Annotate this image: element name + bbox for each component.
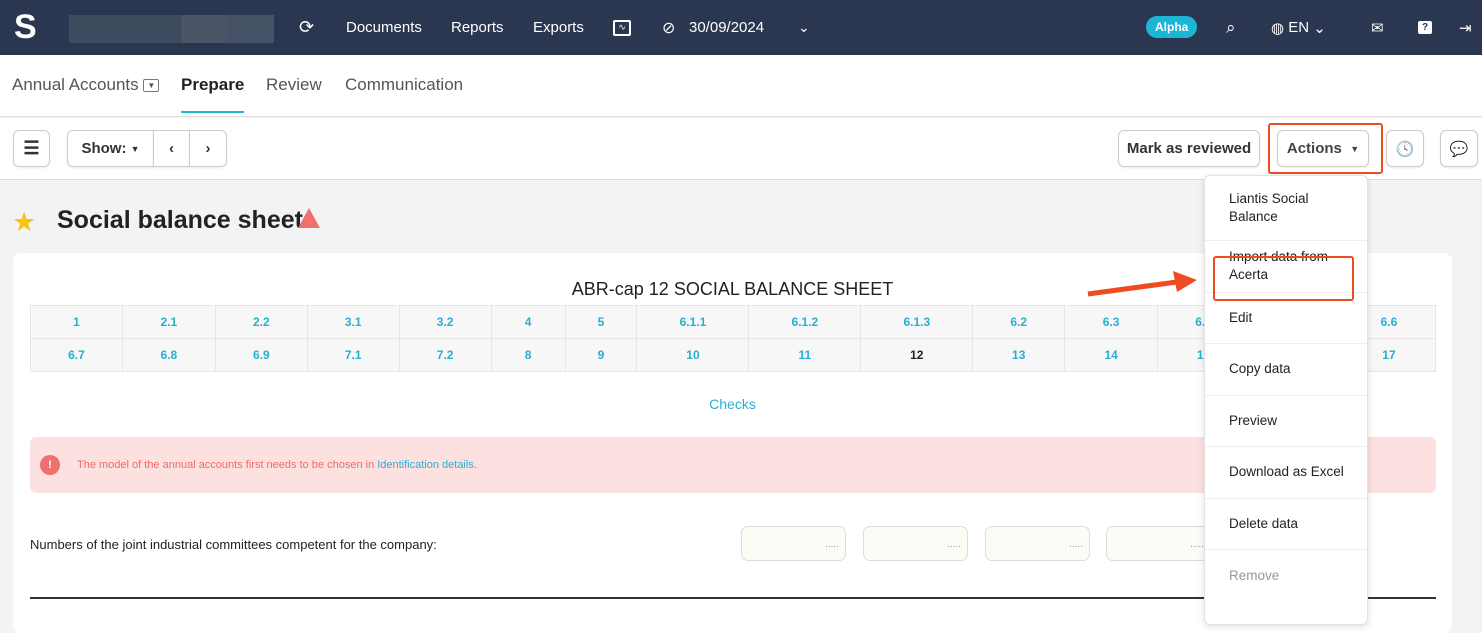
nav-documents[interactable]: Documents [346, 0, 422, 55]
section-link[interactable]: 13 [972, 338, 1066, 372]
highlight-import-item [1213, 256, 1354, 301]
section-link[interactable]: 6.1.3 [860, 305, 974, 339]
chevron-down-icon: ⌄ [1309, 19, 1326, 37]
section-link[interactable]: 3.2 [398, 305, 492, 339]
top-nav: S ⟳ Documents Reports Exports ∿ ⊘ 30/09/… [0, 0, 1482, 55]
comments-button[interactable]: 💬 [1440, 130, 1478, 167]
menu-item-delete-data[interactable]: Delete data [1205, 499, 1367, 550]
show-dropdown[interactable]: Show: ▼ [67, 130, 154, 167]
globe-icon: ◍ [1271, 19, 1289, 37]
history-icon: 🕓 [1395, 140, 1415, 158]
section-link[interactable]: 6.1.1 [636, 305, 750, 339]
section-link[interactable]: 6.3 [1064, 305, 1159, 339]
section-link[interactable]: 10 [636, 338, 750, 372]
annotation-arrow-icon [1087, 271, 1197, 297]
show-label: Show: [81, 140, 127, 157]
comments-icon: 💬 [1449, 140, 1469, 158]
committee-input-1[interactable]: ..... [741, 526, 846, 561]
section-link[interactable]: 2.2 [214, 305, 308, 339]
section-link[interactable]: 7.2 [398, 338, 492, 372]
tab-prepare[interactable]: Prepare [181, 75, 245, 113]
company-selector-redacted[interactable] [69, 15, 274, 43]
alert-text: The model of the annual accounts first n… [77, 459, 375, 471]
previous-button[interactable]: ‹ [153, 130, 190, 167]
refresh-icon[interactable]: ⟳ [299, 0, 314, 55]
section-link[interactable]: 6.2 [972, 305, 1066, 339]
section-link[interactable]: 6.1.2 [748, 305, 862, 339]
language-label: EN [1288, 19, 1310, 36]
tab-annual-accounts[interactable]: Annual Accounts ▼ [12, 75, 160, 95]
monitor-icon[interactable]: ∿ [613, 0, 631, 55]
period-date[interactable]: 30/09/2024 [689, 0, 764, 55]
section-link[interactable]: 2.1 [121, 305, 216, 339]
menu-item-remove[interactable]: Remove [1205, 550, 1367, 602]
caret-down-icon: ▼ [130, 143, 140, 154]
mark-as-reviewed-button[interactable]: Mark as reviewed [1118, 130, 1260, 167]
committee-input-4[interactable]: ..... [1106, 526, 1211, 561]
chevron-down-icon[interactable]: ⌄ [798, 0, 810, 55]
chevron-right-icon: › [205, 140, 211, 157]
actions-dropdown-menu: Liantis Social Balance Import data from A… [1204, 175, 1368, 625]
menu-item-preview[interactable]: Preview [1205, 396, 1367, 447]
next-button[interactable]: › [189, 130, 227, 167]
section-link[interactable]: 7.1 [306, 338, 400, 372]
menu-toggle-button[interactable]: ☰ [13, 130, 50, 167]
section-link[interactable]: 5 [564, 305, 638, 339]
section-link[interactable]: 12 [860, 338, 974, 372]
caret-down-icon: ▼ [143, 79, 160, 93]
logout-icon[interactable]: ⇥ [1459, 0, 1472, 55]
page-title: Social balance sheet [57, 206, 303, 234]
module-tabs: Annual Accounts ▼ Prepare Review Communi… [0, 55, 1482, 117]
menu-item-liantis-social-balance[interactable]: Liantis Social Balance [1205, 176, 1367, 241]
section-link[interactable]: 6.7 [30, 338, 123, 372]
toolbar: ☰ Show: ▼ ‹ › Mark as reviewed Actions ▼… [0, 118, 1482, 180]
tab-communication[interactable]: Communication [345, 75, 463, 95]
section-link[interactable]: 3.1 [306, 305, 400, 339]
app-logo[interactable]: S [14, 0, 42, 55]
mail-icon[interactable]: ✉ [1371, 0, 1384, 55]
section-link[interactable]: 14 [1064, 338, 1159, 372]
section-link[interactable]: 1 [30, 305, 123, 339]
section-link[interactable]: 9 [564, 338, 638, 372]
language-selector[interactable]: ◍ EN ⌄ [1271, 0, 1326, 55]
hamburger-icon: ☰ [23, 138, 40, 158]
help-icon[interactable]: ? [1418, 0, 1433, 55]
section-link[interactable]: 4 [490, 305, 566, 339]
star-icon[interactable]: ★ [12, 207, 36, 238]
section-link[interactable]: 11 [748, 338, 862, 372]
section-link[interactable]: 6.8 [121, 338, 216, 372]
nav-reports[interactable]: Reports [451, 0, 504, 55]
history-button[interactable]: 🕓 [1386, 130, 1424, 167]
warning-icon [298, 208, 320, 228]
menu-item-download-excel[interactable]: Download as Excel [1205, 447, 1367, 499]
warning-icon: ! [40, 455, 60, 475]
alpha-badge: Alpha [1146, 16, 1198, 38]
menu-item-copy-data[interactable]: Copy data [1205, 344, 1367, 396]
module-label: Annual Accounts [12, 75, 139, 94]
highlight-actions [1268, 123, 1383, 174]
nav-exports[interactable]: Exports [533, 0, 584, 55]
search-icon[interactable]: ⌕ [1226, 0, 1236, 55]
committee-input-3[interactable]: ..... [985, 526, 1090, 561]
tab-review[interactable]: Review [266, 75, 322, 95]
identification-details-link[interactable]: Identification details. [377, 459, 477, 471]
eye-slash-icon[interactable]: ⊘ [662, 0, 675, 55]
section-link[interactable]: 8 [490, 338, 566, 372]
committee-input-2[interactable]: ..... [863, 526, 968, 561]
chevron-left-icon: ‹ [169, 140, 174, 157]
committees-label: Numbers of the joint industrial committe… [30, 537, 437, 552]
section-link[interactable]: 6.9 [214, 338, 308, 372]
